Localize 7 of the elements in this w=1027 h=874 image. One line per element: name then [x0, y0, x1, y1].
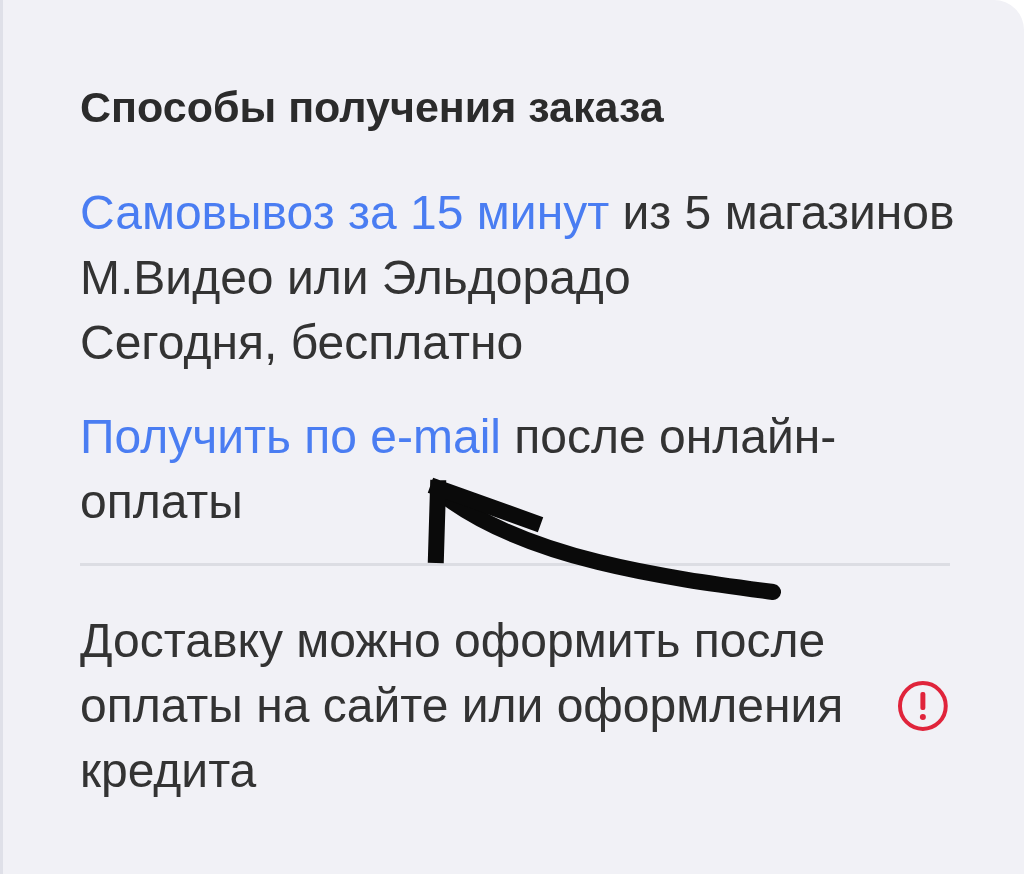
section-title: Способы получения заказа [80, 82, 665, 132]
method-link[interactable]: Получить по e-mail [80, 410, 501, 463]
method-link[interactable]: Самовывоз за 15 минут [80, 186, 610, 239]
delivery-note: Доставку можно оформить после оплаты на сайте или оформления кредита [80, 613, 845, 799]
delivery-method-text: Самовывоз за 15 минут из 5 магазинов М.Видео или Эльдорадо [80, 185, 956, 306]
method-detail: Сегодня, бесплатно [80, 315, 525, 371]
delivery-method-text: Получить по e-mail после онлайн-оплаты [80, 409, 838, 530]
